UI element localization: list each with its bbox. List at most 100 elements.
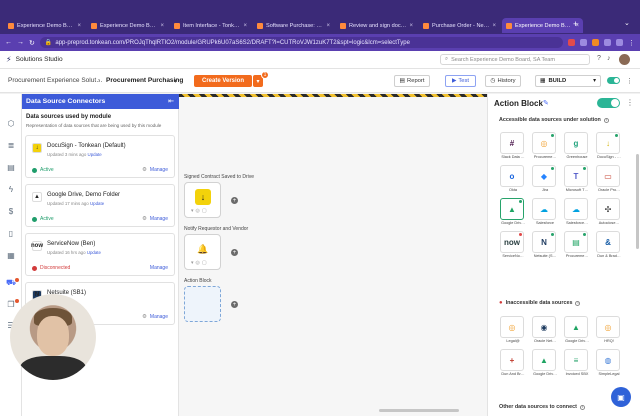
browser-tab[interactable]: Software Purchase: Hi… × — [253, 18, 334, 33]
edit-pencil-icon[interactable]: ✎ — [543, 99, 549, 107]
data-source-tile[interactable]: ▤ Procureme… — [562, 231, 592, 259]
info-icon[interactable]: i — [575, 300, 581, 306]
data-source-tile[interactable]: ≡ Invoiced SBX — [562, 349, 592, 377]
data-source-tile[interactable]: ↓ DocuSign - … — [594, 132, 624, 160]
data-source-tile[interactable]: ◆ Jira — [530, 165, 560, 193]
close-tab-icon[interactable]: × — [243, 23, 247, 29]
browser-tab[interactable]: Experience Demo Boo… × — [87, 18, 168, 33]
extension-icon[interactable] — [592, 39, 599, 46]
flash-icon[interactable]: ϟ — [6, 184, 16, 194]
reload-icon[interactable]: ↻ — [29, 39, 35, 47]
data-source-tile[interactable]: o Okta — [498, 165, 528, 193]
dollar-icon[interactable]: $ — [6, 206, 16, 216]
update-link[interactable]: Update — [90, 201, 104, 206]
update-link[interactable]: Update — [87, 250, 101, 255]
module-on-toggle[interactable] — [607, 77, 620, 84]
environment-select[interactable]: ▦ BUILD ▾ — [535, 75, 601, 87]
data-source-tile[interactable]: ▲ Google Driv… — [562, 316, 592, 344]
data-source-tile[interactable]: N Netsuite (S… — [530, 231, 560, 259]
browser-tab[interactable]: Item Interface - Tonka… × — [170, 18, 251, 33]
document-icon[interactable]: ▯ — [6, 228, 16, 238]
vertical-scrollbar[interactable] — [636, 154, 639, 249]
close-tab-icon[interactable]: × — [326, 23, 330, 29]
workflow-node[interactable]: ↓ ▾◎▢ — [184, 182, 221, 218]
data-source-tile[interactable]: ◎ Legal@ — [498, 316, 528, 344]
node-actions-icon[interactable]: ▾◎▢ — [191, 260, 209, 266]
chat-support-button[interactable]: ▣ — [611, 387, 631, 407]
add-node-button[interactable]: + — [231, 249, 238, 256]
data-source-tile[interactable]: T Microsoft T… — [562, 165, 592, 193]
data-source-tile[interactable]: # Slack Data … — [498, 132, 528, 160]
tab-search-icon[interactable]: ⌄ — [624, 19, 630, 27]
cube-icon[interactable]: ⬡ — [6, 118, 16, 128]
user-avatar[interactable] — [619, 54, 630, 65]
data-source-tile[interactable]: g Greenhouse — [562, 132, 592, 160]
new-tab-icon[interactable]: + — [573, 19, 578, 29]
input-icon[interactable]: ▤ — [6, 162, 16, 172]
workflow-node[interactable]: 🔔 ▾◎▢ — [184, 234, 221, 270]
add-node-button[interactable]: + — [231, 301, 238, 308]
global-search-input[interactable]: ⌕ Search Experience Demo Board, SA Team — [440, 54, 590, 65]
close-tab-icon[interactable]: × — [77, 23, 81, 29]
node-actions-icon[interactable]: ▾◎▢ — [191, 208, 209, 214]
extensions-puzzle-icon[interactable] — [604, 39, 611, 46]
more-icon[interactable]: ⋮ — [626, 77, 633, 85]
close-tab-icon[interactable]: × — [492, 23, 496, 29]
info-icon[interactable]: i — [603, 117, 609, 123]
data-source-tile[interactable]: ◎ Procureme… — [530, 132, 560, 160]
back-icon[interactable]: ← — [5, 39, 12, 46]
data-source-tile[interactable]: ▲ Google Driv… — [530, 349, 560, 377]
help-icon[interactable]: ? — [597, 55, 601, 62]
layout-icon[interactable]: ▦ — [6, 250, 16, 260]
browser-tab[interactable]: Experience Demo Boo… × — [4, 18, 85, 33]
notifications-icon[interactable]: ♪ — [607, 55, 611, 62]
test-button[interactable]: ▶ Test — [445, 75, 476, 87]
data-source-tile[interactable]: ▲ Google Driv… — [498, 198, 528, 226]
close-tab-icon[interactable]: × — [160, 23, 164, 29]
horizontal-scrollbar[interactable] — [379, 409, 459, 412]
update-link[interactable]: Update — [88, 152, 102, 157]
data-source-tile[interactable]: ▭ Oracle Pro… — [594, 165, 624, 193]
workflow-node[interactable] — [184, 286, 221, 322]
data-source-tile[interactable]: ✣ Autoclose… — [594, 198, 624, 226]
forward-icon[interactable]: → — [17, 39, 24, 46]
manage-link[interactable]: ⚙ Manage — [142, 167, 168, 173]
breadcrumb-parent[interactable]: Procurement Experience Solut… — [8, 77, 103, 84]
extension-icon[interactable] — [568, 39, 575, 46]
extension-icon[interactable] — [580, 39, 587, 46]
close-tab-icon[interactable]: × — [409, 23, 413, 29]
manage-link[interactable]: ⚙ Manage — [142, 314, 168, 320]
data-source-tile[interactable]: ◍ SimpleLegal — [594, 349, 624, 377]
history-button[interactable]: ◷ History — [485, 75, 521, 87]
browser-tab[interactable]: Experience Demo Boo… × — [502, 18, 583, 33]
chevron-down-icon[interactable]: ▾ — [174, 77, 177, 85]
data-source-tile[interactable]: ◎ HRQ! — [594, 316, 624, 344]
data-source-tile[interactable]: + Dun And Br… — [498, 349, 528, 377]
more-options-icon[interactable]: ⋮ — [626, 98, 634, 107]
manage-link[interactable]: ⚙ Manage — [142, 216, 168, 222]
browser-tab[interactable]: Review and sign docu… × — [336, 18, 417, 33]
breadcrumb-current[interactable]: Procurement Purchasing — [106, 77, 183, 84]
address-bar[interactable]: 🔒 app-preprod.tonkean.com/PROJqThqlRTIO2… — [39, 37, 563, 48]
create-version-button[interactable]: Create Version — [194, 75, 252, 87]
status-dot-icon — [615, 134, 618, 137]
connector-card[interactable]: ↓ DocuSign - Tonkean (Default) Updated 3 m… — [25, 135, 175, 178]
connector-card[interactable]: now ServiceNow (Ben) Updated 16 hrs ago Up… — [25, 233, 175, 276]
browser-tab[interactable]: Purchase Order - Net… × — [419, 18, 500, 33]
add-node-button[interactable]: + — [231, 197, 238, 204]
connector-card[interactable]: ▲ Google Drive, Demo Folder Updated 17 min… — [25, 184, 175, 227]
action-block-toggle[interactable] — [597, 98, 620, 108]
database-icon[interactable]: ≣ — [6, 140, 16, 150]
data-source-tile[interactable]: ☁ Salesforce… — [562, 198, 592, 226]
manage-link[interactable]: Manage — [150, 265, 168, 271]
info-icon[interactable]: i — [579, 404, 585, 410]
data-source-tile[interactable]: ◉ Oracle Net… — [530, 316, 560, 344]
profile-icon[interactable] — [616, 39, 623, 46]
data-source-tile[interactable]: & Dun & Brad… — [594, 231, 624, 259]
report-button[interactable]: ▤ Report — [394, 75, 430, 87]
data-source-tile[interactable]: now ServiceNo… — [498, 231, 528, 259]
workflow-canvas[interactable]: Signed Contract Saved to Drive ↓ ▾◎▢ + Notif… — [179, 94, 487, 416]
collapse-panel-icon[interactable]: ⇤ — [168, 97, 174, 105]
browser-menu-icon[interactable]: ⋮ — [628, 39, 635, 47]
data-source-tile[interactable]: ☁ Salesforce — [530, 198, 560, 226]
